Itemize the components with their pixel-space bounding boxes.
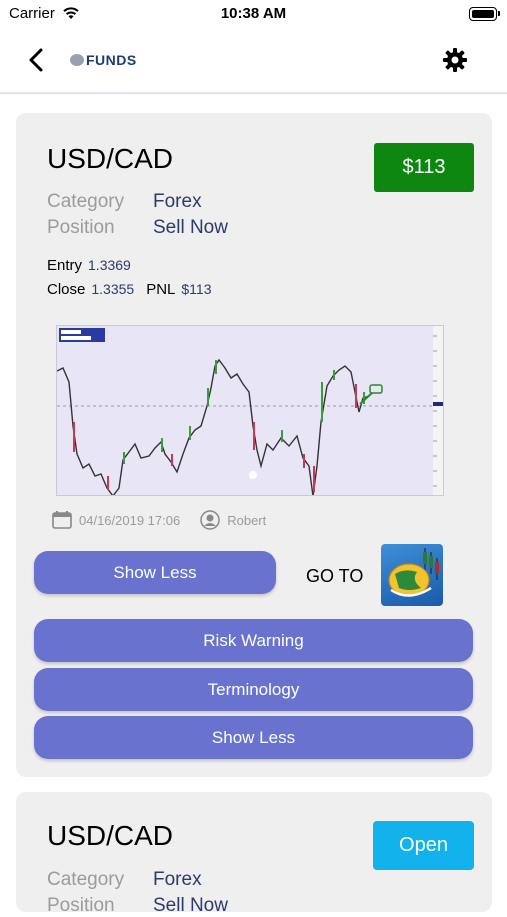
category-label: Category bbox=[47, 191, 125, 212]
chart-screenshot bbox=[57, 326, 443, 495]
logo-text: FUNDS bbox=[86, 52, 137, 68]
category-label-2: Category bbox=[47, 869, 125, 890]
terminology-button[interactable]: Terminology bbox=[34, 668, 473, 711]
calendar-icon bbox=[52, 511, 72, 529]
goto-label: GO TO bbox=[306, 566, 364, 586]
status-bar: Carrier 10:38 AM bbox=[0, 0, 507, 28]
open-button[interactable]: Open bbox=[373, 821, 474, 870]
meta-row: 04/16/2019 17:06 Robert bbox=[52, 509, 266, 531]
logo-mark-icon bbox=[70, 54, 84, 66]
show-less-button[interactable]: Show Less bbox=[34, 716, 473, 759]
signal-card-2: USD/CAD Open Category Forex Position Sel… bbox=[16, 792, 492, 916]
pnl-value: $113 bbox=[181, 281, 212, 297]
gear-icon[interactable] bbox=[441, 46, 469, 74]
entry-row: Entry 1.3369 bbox=[47, 257, 143, 274]
close-pnl-row: Close 1.3355 PNL $113 bbox=[47, 281, 223, 298]
pair-title: USD/CAD bbox=[47, 143, 174, 174]
category-value: Forex bbox=[153, 191, 202, 212]
signal-card: USD/CAD $113 Category Forex Position Sel… bbox=[16, 113, 492, 777]
entry-label: Entry bbox=[47, 257, 83, 274]
close-value: 1.3355 bbox=[91, 281, 135, 297]
funds-logo: FUNDS bbox=[70, 50, 137, 70]
author-name: Robert bbox=[227, 512, 267, 528]
risk-warning-button[interactable]: Risk Warning bbox=[34, 619, 473, 662]
show-less-button-small[interactable]: Show Less bbox=[34, 551, 276, 594]
user-icon bbox=[200, 510, 220, 530]
nav-bar: FUNDS bbox=[0, 28, 507, 94]
position-label-2: Position bbox=[47, 895, 115, 916]
close-label: Close bbox=[47, 281, 86, 298]
back-chevron-icon[interactable] bbox=[22, 46, 50, 74]
post-date: 04/16/2019 17:06 bbox=[79, 512, 181, 528]
price-chart-image[interactable] bbox=[56, 325, 444, 496]
metatrader-app-icon[interactable] bbox=[381, 544, 443, 606]
position-value-2: Sell Now bbox=[153, 895, 228, 916]
pnl-label: PNL bbox=[146, 281, 176, 298]
entry-value: 1.3369 bbox=[88, 257, 131, 273]
battery-icon bbox=[469, 7, 500, 21]
pnl-badge: $113 bbox=[374, 143, 474, 192]
clock: 10:38 AM bbox=[220, 5, 287, 22]
position-value: Sell Now bbox=[153, 217, 228, 238]
category-value-2: Forex bbox=[153, 869, 202, 890]
pair-title-2: USD/CAD bbox=[47, 820, 174, 851]
position-label: Position bbox=[47, 217, 115, 238]
